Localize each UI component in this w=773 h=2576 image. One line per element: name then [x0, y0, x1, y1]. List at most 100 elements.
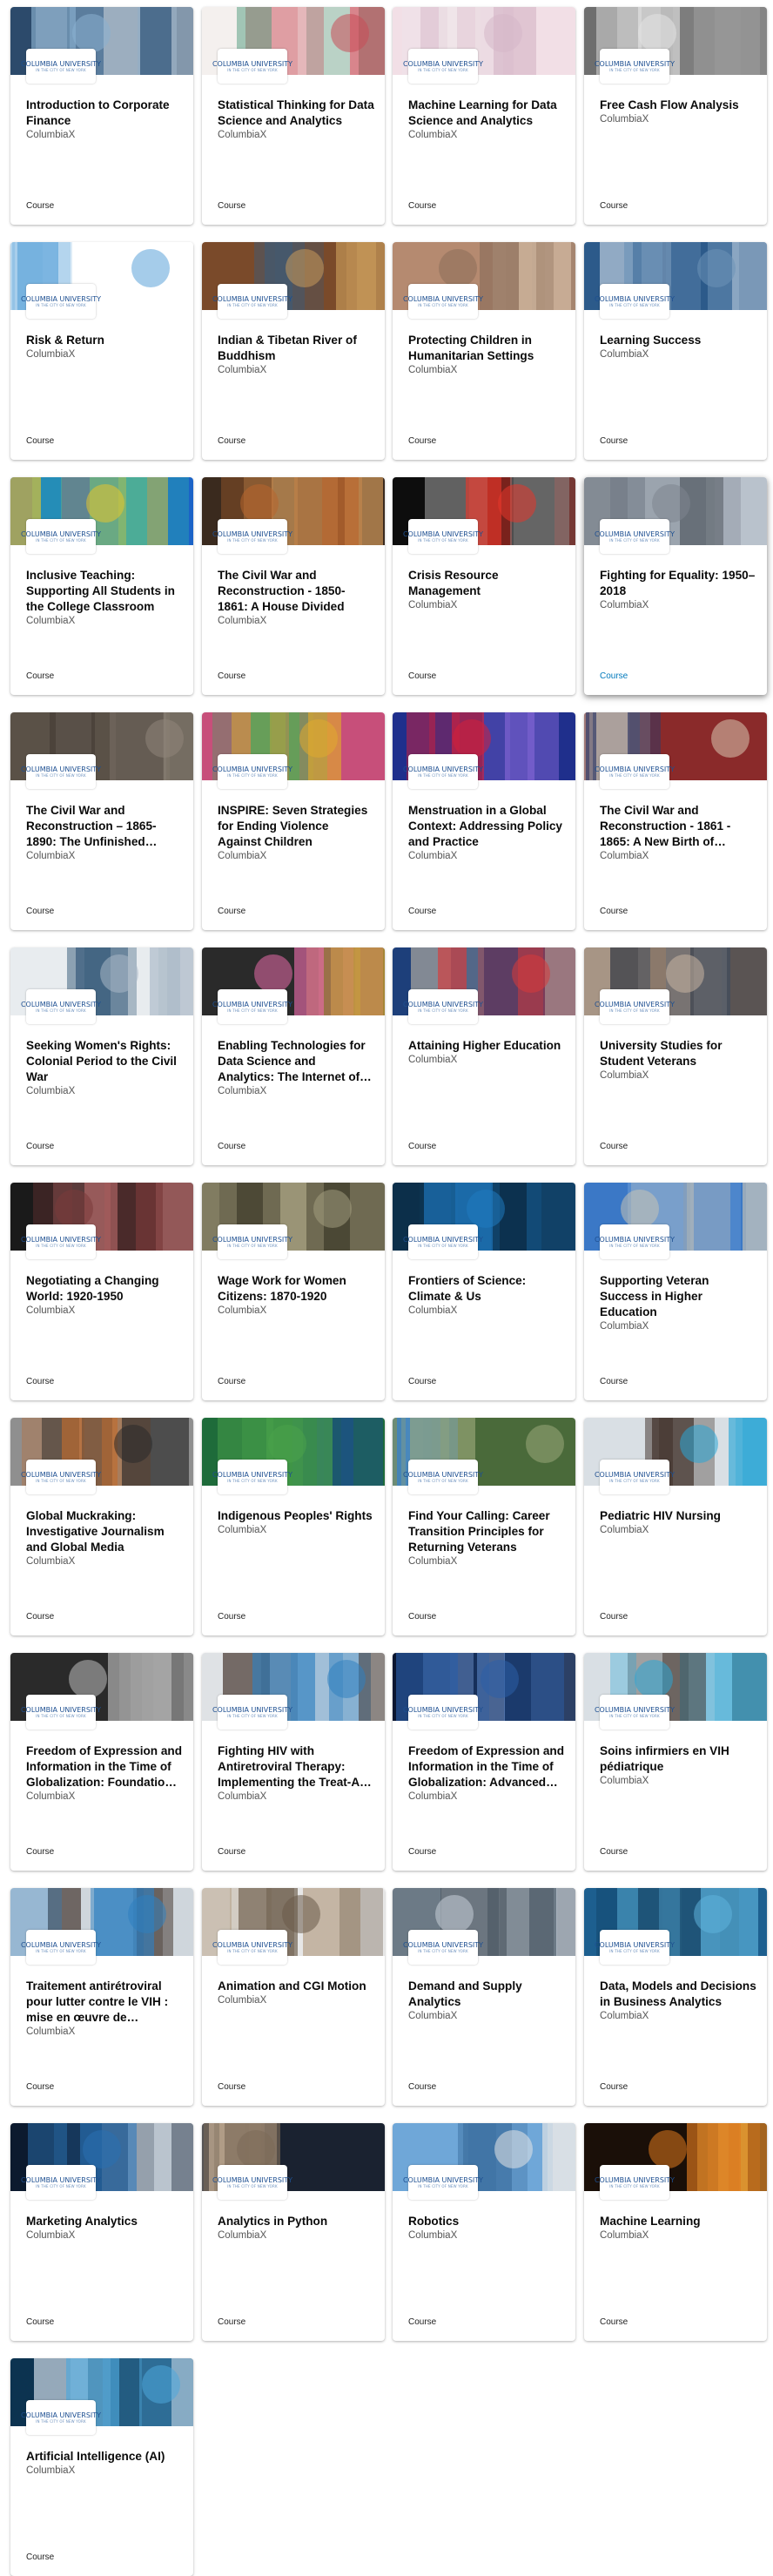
course-card[interactable]: COLUMBIA UNIVERSITY IN THE CITY OF NEW YO… — [10, 1653, 193, 1871]
course-title[interactable]: Statistical Thinking for Data Science an… — [218, 98, 374, 129]
course-title[interactable]: Robotics — [408, 2214, 565, 2229]
course-org: ColumbiaX — [600, 600, 649, 610]
logo-name: COLUMBIA UNIVERSITY — [212, 529, 293, 538]
course-type-label: Course — [408, 1612, 437, 1622]
course-card[interactable]: COLUMBIA UNIVERSITY IN THE CITY OF NEW YO… — [584, 477, 767, 695]
course-card[interactable]: COLUMBIA UNIVERSITY IN THE CITY OF NEW YO… — [10, 2358, 193, 2576]
course-title[interactable]: Machine Learning for Data Science and An… — [408, 98, 565, 129]
course-card[interactable]: COLUMBIA UNIVERSITY IN THE CITY OF NEW YO… — [584, 1418, 767, 1635]
course-card[interactable]: COLUMBIA UNIVERSITY IN THE CITY OF NEW YO… — [10, 712, 193, 930]
course-title[interactable]: Supporting Veteran Success in Higher Edu… — [600, 1273, 756, 1320]
course-card[interactable]: COLUMBIA UNIVERSITY IN THE CITY OF NEW YO… — [10, 1183, 193, 1400]
course-card[interactable]: COLUMBIA UNIVERSITY IN THE CITY OF NEW YO… — [202, 1418, 385, 1635]
course-title[interactable]: Risk & Return — [26, 333, 183, 348]
course-type-label: Course — [408, 2082, 437, 2092]
course-title[interactable]: University Studies for Student Veterans — [600, 1038, 756, 1069]
logo-tagline: IN THE CITY OF NEW YORK — [609, 302, 660, 307]
course-card[interactable]: COLUMBIA UNIVERSITY IN THE CITY OF NEW YO… — [584, 1653, 767, 1871]
course-title[interactable]: Enabling Technologies for Data Science a… — [218, 1038, 374, 1085]
course-title[interactable]: Global Muckraking: Investigative Journal… — [26, 1508, 183, 1555]
course-card[interactable]: COLUMBIA UNIVERSITY IN THE CITY OF NEW YO… — [202, 1183, 385, 1400]
course-card[interactable]: COLUMBIA UNIVERSITY IN THE CITY OF NEW YO… — [10, 1888, 193, 2106]
course-title[interactable]: Menstruation in a Global Context: Addres… — [408, 803, 565, 850]
course-card[interactable]: COLUMBIA UNIVERSITY IN THE CITY OF NEW YO… — [10, 947, 193, 1165]
course-title[interactable]: Demand and Supply Analytics — [408, 1979, 565, 2010]
course-card[interactable]: COLUMBIA UNIVERSITY IN THE CITY OF NEW YO… — [202, 712, 385, 930]
university-logo: COLUMBIA UNIVERSITY IN THE CITY OF NEW YO… — [21, 2165, 101, 2200]
course-title[interactable]: Analytics in Python — [218, 2214, 374, 2229]
course-title[interactable]: INSPIRE: Seven Strategies for Ending Vio… — [218, 803, 374, 850]
course-card[interactable]: COLUMBIA UNIVERSITY IN THE CITY OF NEW YO… — [202, 1888, 385, 2106]
course-card[interactable]: COLUMBIA UNIVERSITY IN THE CITY OF NEW YO… — [584, 7, 767, 225]
course-type-label: Course — [218, 201, 246, 211]
course-title[interactable]: Free Cash Flow Analysis — [600, 98, 756, 113]
course-title[interactable]: Machine Learning — [600, 2214, 756, 2229]
course-card[interactable]: COLUMBIA UNIVERSITY IN THE CITY OF NEW YO… — [202, 1653, 385, 1871]
course-card[interactable]: COLUMBIA UNIVERSITY IN THE CITY OF NEW YO… — [393, 2123, 575, 2341]
course-title[interactable]: Introduction to Corporate Finance — [26, 98, 183, 129]
course-card[interactable]: COLUMBIA UNIVERSITY IN THE CITY OF NEW YO… — [393, 712, 575, 930]
course-title[interactable]: Freedom of Expression and Information in… — [408, 1743, 565, 1790]
course-card[interactable]: COLUMBIA UNIVERSITY IN THE CITY OF NEW YO… — [202, 2123, 385, 2341]
course-card[interactable]: COLUMBIA UNIVERSITY IN THE CITY OF NEW YO… — [584, 1888, 767, 2106]
course-info: Inclusive Teaching: Supporting All Stude… — [26, 568, 183, 627]
course-org: ColumbiaX — [26, 1086, 76, 1096]
course-title[interactable]: The Civil War and Reconstruction – 1865-… — [26, 803, 183, 850]
course-title[interactable]: Fighting for Equality: 1950–2018 — [600, 568, 756, 599]
course-card[interactable]: COLUMBIA UNIVERSITY IN THE CITY OF NEW YO… — [202, 477, 385, 695]
course-type-label: Course — [408, 1847, 437, 1857]
course-info: Free Cash Flow Analysis ColumbiaX — [600, 98, 756, 125]
course-title[interactable]: Indian & Tibetan River of Buddhism — [218, 333, 374, 364]
course-title[interactable]: Find Your Calling: Career Transition Pri… — [408, 1508, 565, 1555]
course-type-label: Course — [218, 2317, 246, 2327]
course-card[interactable]: COLUMBIA UNIVERSITY IN THE CITY OF NEW YO… — [202, 947, 385, 1165]
course-card[interactable]: COLUMBIA UNIVERSITY IN THE CITY OF NEW YO… — [584, 242, 767, 460]
course-card[interactable]: COLUMBIA UNIVERSITY IN THE CITY OF NEW YO… — [393, 1653, 575, 1871]
course-title[interactable]: Artificial Intelligence (AI) — [26, 2449, 183, 2465]
course-title[interactable]: Negotiating a Changing World: 1920-1950 — [26, 1273, 183, 1305]
course-card[interactable]: COLUMBIA UNIVERSITY IN THE CITY OF NEW YO… — [10, 2123, 193, 2341]
course-title[interactable]: Inclusive Teaching: Supporting All Stude… — [26, 568, 183, 615]
course-card[interactable]: COLUMBIA UNIVERSITY IN THE CITY OF NEW YO… — [202, 242, 385, 460]
course-card[interactable]: COLUMBIA UNIVERSITY IN THE CITY OF NEW YO… — [10, 1418, 193, 1635]
course-title[interactable]: The Civil War and Reconstruction - 1850-… — [218, 568, 374, 615]
course-title[interactable]: Freedom of Expression and Information in… — [26, 1743, 183, 1790]
university-logo: COLUMBIA UNIVERSITY IN THE CITY OF NEW YO… — [403, 1460, 483, 1494]
course-card[interactable]: COLUMBIA UNIVERSITY IN THE CITY OF NEW YO… — [393, 1888, 575, 2106]
logo-tagline: IN THE CITY OF NEW YORK — [418, 1478, 468, 1483]
course-title[interactable]: Pediatric HIV Nursing — [600, 1508, 756, 1524]
course-card[interactable]: COLUMBIA UNIVERSITY IN THE CITY OF NEW YO… — [584, 712, 767, 930]
course-title[interactable]: Marketing Analytics — [26, 2214, 183, 2229]
course-card[interactable]: COLUMBIA UNIVERSITY IN THE CITY OF NEW YO… — [393, 1418, 575, 1635]
logo-tagline: IN THE CITY OF NEW YORK — [227, 1713, 278, 1718]
course-title[interactable]: Learning Success — [600, 333, 756, 348]
course-card[interactable]: COLUMBIA UNIVERSITY IN THE CITY OF NEW YO… — [10, 242, 193, 460]
course-card[interactable]: COLUMBIA UNIVERSITY IN THE CITY OF NEW YO… — [10, 7, 193, 225]
course-title[interactable]: The Civil War and Reconstruction - 1861 … — [600, 803, 756, 850]
logo-tagline: IN THE CITY OF NEW YORK — [609, 537, 660, 543]
course-org: ColumbiaX — [408, 600, 458, 610]
course-card[interactable]: COLUMBIA UNIVERSITY IN THE CITY OF NEW YO… — [393, 947, 575, 1165]
course-title[interactable]: Protecting Children in Humanitarian Sett… — [408, 333, 565, 364]
course-title[interactable]: Animation and CGI Motion — [218, 1979, 374, 1994]
course-title[interactable]: Soins infirmiers en VIH pédiatrique — [600, 1743, 756, 1775]
course-title[interactable]: Frontiers of Science: Climate & Us — [408, 1273, 565, 1305]
course-title[interactable]: Attaining Higher Education — [408, 1038, 565, 1054]
course-title[interactable]: Indigenous Peoples' Rights — [218, 1508, 374, 1524]
course-title[interactable]: Crisis Resource Management — [408, 568, 565, 599]
course-card[interactable]: COLUMBIA UNIVERSITY IN THE CITY OF NEW YO… — [393, 7, 575, 225]
course-card[interactable]: COLUMBIA UNIVERSITY IN THE CITY OF NEW YO… — [202, 7, 385, 225]
course-title[interactable]: Data, Models and Decisions in Business A… — [600, 1979, 756, 2010]
course-card[interactable]: COLUMBIA UNIVERSITY IN THE CITY OF NEW YO… — [393, 1183, 575, 1400]
course-card[interactable]: COLUMBIA UNIVERSITY IN THE CITY OF NEW YO… — [393, 242, 575, 460]
course-card[interactable]: COLUMBIA UNIVERSITY IN THE CITY OF NEW YO… — [584, 2123, 767, 2341]
university-logo: COLUMBIA UNIVERSITY IN THE CITY OF NEW YO… — [21, 284, 101, 319]
course-card[interactable]: COLUMBIA UNIVERSITY IN THE CITY OF NEW YO… — [584, 1183, 767, 1400]
course-title[interactable]: Wage Work for Women Citizens: 1870-1920 — [218, 1273, 374, 1305]
course-card[interactable]: COLUMBIA UNIVERSITY IN THE CITY OF NEW YO… — [10, 477, 193, 695]
course-card[interactable]: COLUMBIA UNIVERSITY IN THE CITY OF NEW YO… — [393, 477, 575, 695]
course-title[interactable]: Seeking Women's Rights: Colonial Period … — [26, 1038, 183, 1085]
course-title[interactable]: Fighting HIV with Antiretroviral Therapy… — [218, 1743, 374, 1790]
course-title[interactable]: Traitement antirétroviral pour lutter co… — [26, 1979, 183, 2026]
course-card[interactable]: COLUMBIA UNIVERSITY IN THE CITY OF NEW YO… — [584, 947, 767, 1165]
